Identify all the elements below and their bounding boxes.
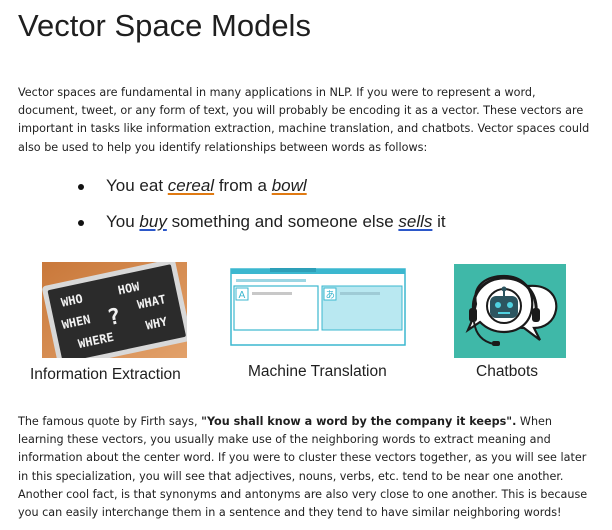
chatbot-image	[454, 264, 566, 358]
machine-translation-caption: Machine Translation	[248, 363, 387, 380]
firth-quote: "You shall know a word by the company it…	[201, 415, 517, 428]
information-extraction-caption: Information Extraction	[30, 366, 181, 383]
information-extraction-image: WHO HOW WHAT WHEN ? WHY WHERE	[42, 259, 192, 368]
list-item: You buy something and someone else sells…	[76, 210, 446, 246]
text: it	[432, 212, 446, 231]
text: When learning these vectors, you usually…	[18, 415, 588, 520]
highlighted-word: bowl	[271, 176, 307, 195]
highlighted-word: cereal	[167, 176, 215, 195]
page-title: Vector Space Models	[18, 8, 311, 43]
target-language-glyph: あ	[326, 290, 336, 301]
text: You	[106, 212, 140, 231]
text: something and someone else	[166, 212, 399, 231]
text: from a	[214, 176, 272, 195]
source-language-glyph: A	[239, 290, 246, 301]
list-item: You eat cereal from a bowl	[76, 174, 446, 210]
example-list: You eat cereal from a bowl You buy somet…	[76, 174, 446, 246]
text: You eat	[106, 176, 168, 195]
machine-translation-image: A あ	[230, 267, 406, 346]
text: The famous quote by Firth says,	[18, 415, 202, 428]
chatbots-caption: Chatbots	[476, 363, 539, 380]
highlighted-word: sells	[398, 212, 433, 231]
intro-paragraph: Vector spaces are fundamental in many ap…	[18, 86, 590, 154]
closing-paragraph: The famous quote by Firth says, "You sha…	[18, 413, 596, 522]
highlighted-word: buy	[139, 212, 167, 231]
